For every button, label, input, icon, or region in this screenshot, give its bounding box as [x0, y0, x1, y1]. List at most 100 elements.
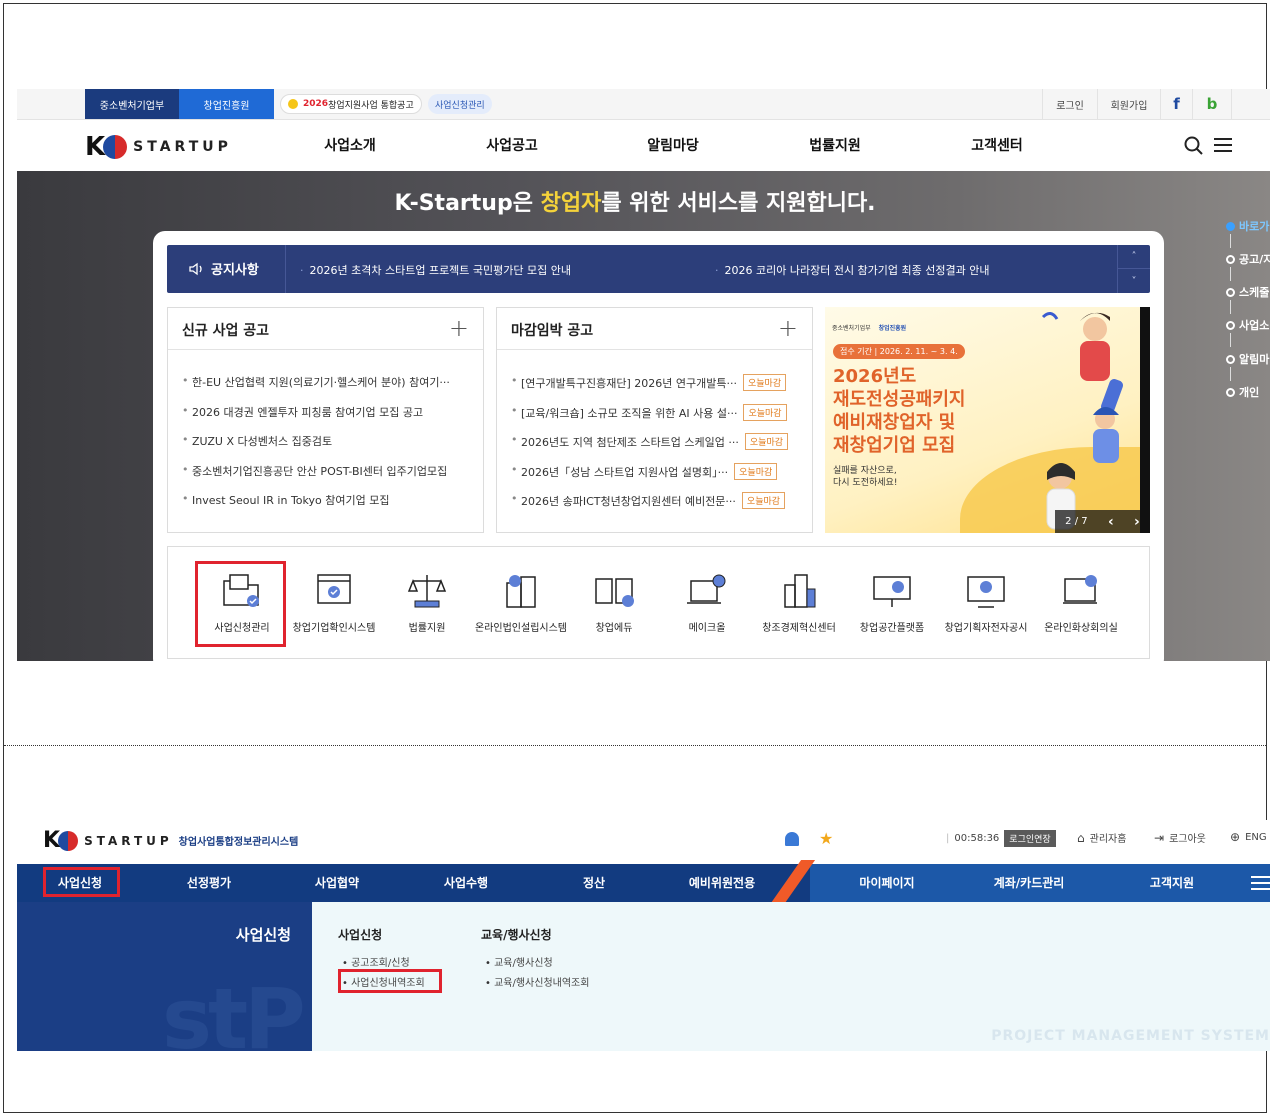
notice-item[interactable]: 2026년 초격차 스타트업 프로젝트 국민평가단 모집 안내 — [300, 262, 572, 278]
promo-banner[interactable]: 중소벤처기업부 창업진흥원 접수 기간 | 2026. 2. 11. ~ 3. … — [825, 307, 1150, 533]
logo-circle-icon — [103, 135, 128, 159]
system-header: K STARTUP 창업사업통합정보관리시스템 ★ | 00:58:36 로그인… — [17, 820, 1270, 864]
side-nav-personal[interactable]: 개인 — [1226, 384, 1259, 400]
language-link[interactable]: ⊕ ENG — [1230, 830, 1267, 844]
submenu-item[interactable]: 교육/행사신청 — [485, 954, 553, 969]
agency-link[interactable]: 창업진흥원 — [179, 89, 274, 119]
side-nav-notice[interactable]: 공고/지 — [1226, 251, 1270, 267]
submenu-item[interactable]: 교육/행사신청내역조회 — [485, 974, 589, 989]
menu-icon[interactable] — [1251, 876, 1270, 890]
plus-icon[interactable]: + — [449, 314, 469, 342]
list-item[interactable]: 2026년 송파ICT청년창업지원센터 예비전문···오늘마감 — [511, 492, 811, 522]
nav-evaluation[interactable]: 선정평가 — [187, 874, 231, 891]
new-business-panel: 신규 사업 공고 + 한-EU 산업협력 지원(의료기기·헬스케어 분야) 참여… — [167, 307, 484, 533]
nav-business-intro[interactable]: 사업소개 — [324, 135, 376, 155]
list-item[interactable]: [연구개발특구진흥재단] 2026년 연구개발특···오늘마감 — [511, 374, 811, 404]
list-item[interactable]: 한-EU 산업협력 지원(의료기기·헬스케어 분야) 참여기··· — [182, 374, 482, 404]
admin-home-link[interactable]: ⌂ 관리자홈 — [1077, 830, 1126, 846]
nav-settlement[interactable]: 정산 — [583, 874, 605, 891]
system-logo[interactable]: K STARTUP 창업사업통합정보관리시스템 — [43, 828, 298, 853]
quick-video-conference[interactable]: 온라인화상회의실 — [1033, 547, 1129, 660]
notice-up-button[interactable]: ˄ — [1117, 245, 1150, 269]
list-item[interactable]: 중소벤처기업진흥공단 안산 POST-BI센터 입주기업모집 — [182, 463, 482, 493]
quick-online-incorp[interactable]: 온라인법인설립시스템 — [473, 547, 569, 660]
nav-execution[interactable]: 사업수행 — [444, 874, 488, 891]
notice-bar: 공지사항 2026년 초격차 스타트업 프로젝트 국민평가단 모집 안내 202… — [167, 245, 1150, 293]
favorite-star-icon[interactable]: ★ — [819, 829, 833, 848]
list-item[interactable]: 2026 대경권 엔젤투자 피칭룸 참여기업 모집 공고 — [182, 404, 482, 434]
deadline-badge: 오늘마감 — [742, 374, 787, 391]
side-nav-business[interactable]: 사업소 — [1226, 317, 1269, 333]
logout-link[interactable]: ⇥ 로그아웃 — [1154, 830, 1206, 846]
next-slide-button[interactable]: › — [1134, 514, 1140, 530]
session-timer: | 00:58:36 로그인연장 — [946, 830, 1056, 847]
highlight-box-nav-apply — [43, 867, 120, 897]
quick-startup-confirm[interactable]: 창업기업확인시스템 — [288, 547, 380, 660]
book-icon — [595, 578, 634, 607]
side-nav-news[interactable]: 알림마 — [1226, 351, 1269, 367]
notice-down-button[interactable]: ˅ — [1117, 269, 1150, 293]
side-nav-shortcut[interactable]: 바로가 — [1226, 218, 1269, 234]
search-icon[interactable] — [1184, 136, 1204, 156]
integrated-notice-pill[interactable]: 2026 창업지원사업 통합공고 — [280, 94, 422, 114]
side-nav-schedule[interactable]: 스케줄 — [1226, 284, 1269, 300]
submenu-col-title: 사업신청 — [338, 928, 383, 942]
promo-period: 접수 기간 | 2026. 2. 11. ~ 3. 4. — [833, 344, 965, 359]
submenu-col-title: 교육/행사신청 — [481, 928, 552, 942]
kstartup-logo[interactable]: K STARTUP — [85, 132, 232, 162]
list-item[interactable]: 2026년도 지역 첨단제조 스타트업 스케일업 ···오늘마감 — [511, 433, 811, 463]
quick-legal-support[interactable]: 법률지원 — [381, 547, 473, 660]
login-link[interactable]: 로그인 — [1042, 89, 1097, 119]
menu-icon[interactable] — [1214, 137, 1232, 153]
list-item[interactable]: [교육/워크숍] 소규모 조직을 위한 AI 사용 설···오늘마감 — [511, 403, 811, 434]
promo-headline: 2026년도 재도전성공패키지 예비재창업자 및 재창업기업 모집 — [833, 366, 966, 456]
deadline-badge: 오늘마감 — [743, 403, 787, 421]
nav-mypage[interactable]: 마이페이지 — [859, 874, 914, 891]
notice-item[interactable]: 2026 코리아 나라장터 전시 참가기업 최종 선정결과 안내 — [715, 262, 990, 278]
deadline-panel: 마감임박 공고 + [연구개발특구진흥재단] 2026년 연구개발특···오늘마… — [496, 307, 813, 533]
apply-manage-pill[interactable]: 사업신청관리 — [428, 94, 492, 114]
quick-makeall[interactable]: 메이크올 — [661, 547, 753, 660]
list-item[interactable]: 2026년「성남 스타트업 지원사업 설명회」···오늘마감 — [511, 462, 811, 493]
quick-innovation-center[interactable]: 창조경제혁신센터 — [753, 547, 845, 660]
notification-icon[interactable] — [785, 832, 799, 846]
logout-icon: ⇥ — [1154, 830, 1165, 845]
nav-customer-support[interactable]: 고객지원 — [1150, 874, 1194, 891]
promo-pager: 2 / 7 ‹ › — [1055, 510, 1150, 533]
nav-business-notice[interactable]: 사업공고 — [486, 135, 538, 155]
integrated-rest: 창업지원사업 통합공고 — [328, 100, 414, 111]
promo-sub: 실패를 자산으로, 다시 도전하세요! — [833, 466, 898, 488]
signup-link[interactable]: 회원가입 — [1097, 89, 1160, 119]
extend-login-button[interactable]: 로그인연장 — [1004, 830, 1056, 847]
nav-reserve-committee[interactable]: 예비위원전용 — [689, 874, 755, 891]
pager-count: 2 / 7 — [1065, 516, 1088, 527]
submenu-main: 사업신청 공고조회/신청 사업신청내역조회 교육/행사신청 교육/행사신청 교육… — [312, 902, 1270, 1051]
list-item[interactable]: Invest Seoul IR in Tokyo 참여기업 모집 — [182, 492, 482, 522]
section-divider — [4, 745, 1266, 746]
quick-link-box: 사업신청관리 창업기업확인시스템 법률지원 온라인법인설립시스템 창업에듀 메이… — [167, 546, 1150, 659]
hero-title: K-Startup은 창업자를 위한 서비스를 지원합니다. — [394, 191, 876, 216]
quick-space-platform[interactable]: 창업공간플랫폼 — [846, 547, 938, 660]
quick-accelerator-disclosure[interactable]: 창업기획자전자공시 — [938, 547, 1034, 660]
quick-startup-edu[interactable]: 창업에듀 — [568, 547, 660, 660]
panel-title: 신규 사업 공고 — [182, 323, 270, 339]
stp-watermark: stP — [162, 970, 306, 1051]
deadline-badge: 오늘마감 — [734, 462, 778, 480]
logo-text: STARTUP — [133, 139, 232, 155]
submenu-item[interactable]: 공고조회/신청 — [342, 954, 410, 969]
nav-news[interactable]: 알림마당 — [647, 135, 699, 155]
top-utility-bar: 중소벤처기업부 창업진흥원 2026 창업지원사업 통합공고 사업신청관리 로그… — [17, 89, 1270, 120]
blog-icon[interactable]: b — [1192, 89, 1232, 119]
nav-agreement[interactable]: 사업협약 — [315, 874, 359, 891]
list-item[interactable]: ZUZU X 다성벤처스 집중검토 — [182, 433, 482, 463]
board-icon — [873, 576, 911, 607]
nav-legal[interactable]: 법률지원 — [809, 135, 861, 155]
city-building-icon — [784, 574, 816, 608]
prev-slide-button[interactable]: ‹ — [1108, 514, 1114, 530]
facebook-icon[interactable]: f — [1160, 89, 1192, 119]
nav-account-card[interactable]: 계좌/카드관리 — [994, 874, 1065, 891]
logo-text: STARTUP — [84, 833, 173, 848]
plus-icon[interactable]: + — [778, 314, 798, 342]
nav-customer[interactable]: 고객센터 — [971, 135, 1023, 155]
ministry-link[interactable]: 중소벤처기업부 — [85, 89, 179, 119]
